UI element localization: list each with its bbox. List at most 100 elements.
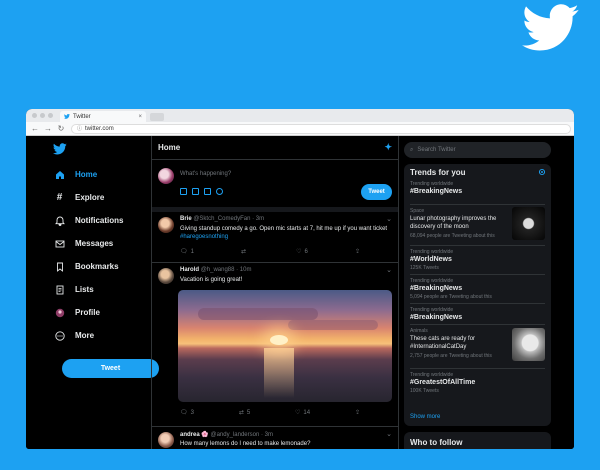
sidebar-item-label: Home [75, 170, 98, 179]
heart-icon: ♡ [295, 410, 301, 416]
tweet[interactable]: Brie @Sktch_ComedyFan · 3m ⌄ Giving stan… [152, 212, 398, 263]
tweet[interactable]: Harold @h_wang88 · 10m ⌄ Vacation is goi… [152, 263, 398, 427]
tweet-actions: 🗨︎ 1 ⇄ ♡ 6 ⇪ [180, 248, 360, 256]
tweet[interactable]: andrea 🌸 @andy_landerson · 3m ⌄ How many… [152, 427, 398, 449]
like-button[interactable]: ♡ 14 [295, 409, 311, 417]
show-more-link[interactable]: Show more [410, 414, 440, 420]
tweet-meta: @h_wang88 · 10m [200, 267, 252, 273]
chevron-down-icon[interactable]: ⌄ [386, 430, 392, 438]
image-icon[interactable] [180, 188, 187, 195]
back-arrow-icon[interactable]: ← [31, 124, 39, 133]
sidebar-item-label: Messages [75, 239, 114, 248]
share-button[interactable]: ⇪ [355, 248, 360, 255]
reply-button[interactable]: 🗨︎ 1 [180, 248, 194, 256]
emoji-icon[interactable] [216, 188, 223, 195]
sidebar-item-profile[interactable]: Profile [44, 301, 154, 324]
avatar[interactable] [158, 217, 174, 233]
sparkle-icon[interactable]: ✦ [384, 142, 392, 153]
envelope-icon [54, 238, 65, 249]
hashtag-link[interactable]: #haregoesnothing [180, 234, 228, 240]
author-name: andrea 🌸 [180, 432, 209, 438]
trend-thumbnail[interactable] [512, 328, 545, 361]
reply-count: 3 [190, 409, 194, 416]
sidebar-item-messages[interactable]: Messages [44, 232, 154, 255]
hashtag-icon: # [56, 192, 63, 203]
tweet-author[interactable]: Harold @h_wang88 · 10m [180, 267, 251, 273]
sidebar-item-label: Profile [75, 308, 100, 317]
poll-icon[interactable] [204, 188, 211, 195]
compose-box: What's happening? Tweet [152, 160, 398, 212]
trend-item[interactable]: Trending worldwide #GreatestOfAllTime 10… [410, 368, 545, 394]
share-button[interactable]: ⇪ [355, 409, 360, 416]
twitter-logo-icon [522, 4, 579, 51]
sidebar-item-more[interactable]: More [44, 324, 154, 347]
gear-icon[interactable] [538, 168, 546, 176]
trend-count: 100K Tweets [410, 388, 439, 394]
list-icon [54, 284, 65, 295]
trend-thumbnail[interactable] [512, 207, 545, 240]
tab-close-icon[interactable]: × [138, 114, 142, 120]
author-name: Harold [180, 267, 200, 273]
retweet-button[interactable]: ⇄ [241, 248, 249, 255]
bookmark-icon [54, 261, 65, 272]
sidebar-item-bookmarks[interactable]: Bookmarks [44, 255, 154, 278]
gif-icon[interactable] [192, 188, 199, 195]
trend-item[interactable]: Trending worldwide #BreakingNews 5,094 p… [410, 274, 545, 300]
trend-item[interactable]: Animals These cats are ready for #Intern… [410, 324, 545, 365]
sidebar-item-home[interactable]: Home [44, 163, 154, 186]
avatar[interactable] [158, 268, 174, 284]
maximize-window-dot[interactable] [48, 113, 53, 118]
photo-sun [270, 335, 288, 345]
tweet-body: Giving standup comedy a go. Open mic sta… [180, 226, 388, 232]
profile-icon [54, 307, 65, 318]
tweet-button[interactable]: Tweet [62, 359, 159, 378]
trend-item[interactable]: Trending worldwide #WorldNews 125K Tweet… [410, 245, 545, 271]
chevron-down-icon[interactable]: ⌄ [386, 266, 392, 274]
minimize-window-dot[interactable] [40, 113, 45, 118]
sidebar-item-notifications[interactable]: Notifications [44, 209, 154, 232]
like-count: 14 [303, 409, 311, 416]
compose-input[interactable]: What's happening? [180, 171, 231, 177]
avatar[interactable] [158, 168, 174, 184]
trend-item[interactable]: Space Lunar photography improves the dis… [410, 204, 545, 243]
reply-button[interactable]: 🗨︎ 3 [180, 409, 194, 417]
tweet-text: Giving standup comedy a go. Open mic sta… [180, 225, 390, 241]
compose-tweet-button[interactable]: Tweet [361, 184, 392, 200]
sidebar-item-explore[interactable]: # Explore [44, 186, 154, 209]
trend-context: Trending worldwide [410, 249, 454, 255]
sidebar-item-lists[interactable]: Lists [44, 278, 154, 301]
retweet-button[interactable]: ⇄ 5 [238, 409, 250, 417]
who-to-follow-title: Who to follow [410, 438, 463, 447]
new-tab-button[interactable] [150, 113, 164, 121]
trend-item[interactable]: Trending worldwide #BreakingNews [410, 181, 545, 195]
address-bar[interactable]: ⓘ twitter.com [71, 123, 571, 134]
close-window-dot[interactable] [32, 113, 37, 118]
avatar[interactable] [158, 432, 174, 448]
share-icon: ⇪ [354, 410, 360, 416]
search-input[interactable]: ⌕ Search Twitter [404, 142, 551, 158]
like-count: 6 [304, 248, 308, 255]
reply-icon: 🗨︎ [180, 249, 188, 255]
forward-arrow-icon[interactable]: → [44, 124, 52, 133]
author-name: Brie [180, 216, 192, 222]
trend-name: #GreatestOfAllTime [410, 379, 476, 386]
chevron-down-icon[interactable]: ⌄ [386, 215, 392, 223]
tweet-author[interactable]: andrea 🌸 @andy_landerson · 3m [180, 431, 273, 438]
tweet-author[interactable]: Brie @Sktch_ComedyFan · 3m [180, 216, 264, 222]
tweet-text: How many lemons do I need to make lemona… [180, 441, 311, 447]
tab-title: Twitter [73, 113, 91, 120]
search-icon: ⌕ [410, 146, 414, 153]
window-controls[interactable] [32, 113, 53, 118]
retweet-icon: ⇄ [238, 410, 244, 416]
twitter-logo-icon[interactable] [53, 143, 67, 155]
like-button[interactable]: ♡ 6 [296, 248, 308, 256]
trends-panel: Trends for you Trending worldwide #Break… [404, 164, 551, 426]
tweet-photo[interactable] [178, 290, 392, 402]
address-text: twitter.com [85, 125, 114, 132]
trend-item[interactable]: Trending worldwide #BreakingNews [410, 303, 545, 321]
reload-icon[interactable]: ↻ [57, 124, 65, 133]
browser-tab[interactable]: Twitter × [60, 111, 146, 122]
page-title: Home [158, 143, 181, 152]
trend-count: 5,094 people are Tweeting about this [410, 294, 492, 300]
home-timeline: Home ✦ What's happening? Tweet Brie @Skt… [151, 136, 399, 449]
